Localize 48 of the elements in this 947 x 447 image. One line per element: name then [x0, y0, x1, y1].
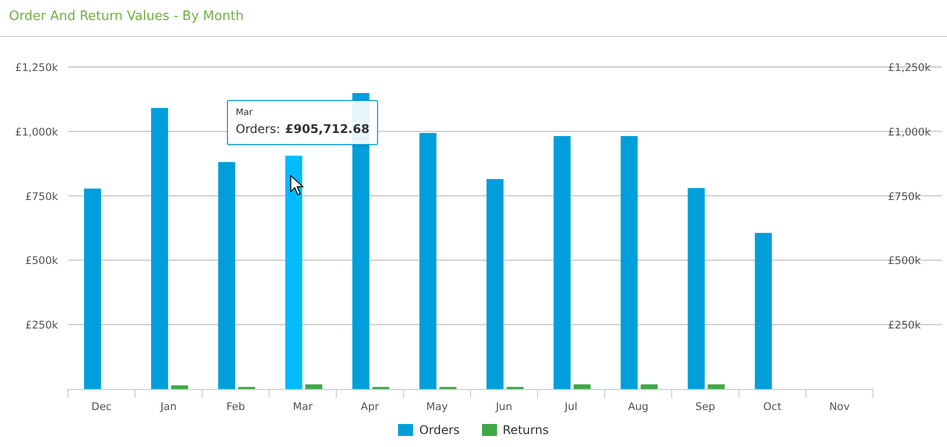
bar[interactable] — [620, 136, 638, 389]
x-axis-label: Jan — [160, 401, 177, 413]
legend-label[interactable]: Returns — [502, 421, 549, 439]
bar[interactable] — [285, 156, 302, 389]
x-axis-label: Aug — [628, 401, 648, 413]
bar[interactable] — [574, 384, 591, 389]
bar[interactable] — [754, 232, 772, 389]
y-axis-label: £250k — [25, 320, 58, 332]
x-axis-label: Jun — [496, 401, 512, 413]
y-axis-label: £1,000k — [15, 126, 58, 138]
x-axis-label: May — [426, 401, 448, 413]
x-axis-label: Sep — [695, 401, 716, 413]
y-axis-label: £1,250k — [888, 62, 931, 74]
y-axis-label: £500k — [25, 255, 58, 268]
bar[interactable] — [238, 386, 256, 389]
y-axis-label: £750k — [25, 190, 58, 203]
bar[interactable] — [372, 386, 390, 389]
x-axis-label: Oct — [763, 401, 782, 413]
x-axis-label: Jul — [564, 401, 578, 413]
bar[interactable] — [708, 384, 725, 389]
bar[interactable] — [688, 188, 705, 389]
bar[interactable] — [305, 384, 322, 389]
tooltip-title: Mar — [236, 106, 254, 120]
legend-label[interactable]: Orders — [419, 421, 460, 439]
bar[interactable] — [218, 162, 236, 389]
x-axis-label: Apr — [360, 401, 379, 413]
y-axis-label: £500k — [888, 255, 921, 268]
tooltip-label: Orders: — [236, 121, 280, 138]
legend-swatch — [482, 424, 497, 436]
tooltip-value: £905,712.68 — [285, 121, 370, 138]
x-axis-label: Feb — [226, 401, 245, 413]
y-axis-label: £1,250k — [15, 62, 58, 74]
bar[interactable] — [171, 385, 188, 389]
chart-title: Order And Return Values - By Month — [9, 8, 244, 26]
bar[interactable] — [419, 132, 436, 389]
x-axis-label: Mar — [292, 401, 313, 413]
y-axis-label: £1,000k — [888, 126, 931, 138]
bar[interactable] — [554, 136, 571, 389]
bar[interactable] — [151, 108, 168, 389]
bar[interactable] — [640, 384, 658, 389]
x-axis-label: Nov — [829, 401, 850, 413]
x-axis-label: Dec — [91, 401, 112, 413]
y-axis-label: £250k — [888, 320, 921, 332]
bar[interactable] — [439, 386, 456, 389]
legend-swatch — [398, 424, 414, 436]
bar[interactable] — [506, 386, 524, 389]
y-axis-label: £750k — [888, 190, 921, 203]
pointer-cursor-icon — [290, 174, 304, 196]
